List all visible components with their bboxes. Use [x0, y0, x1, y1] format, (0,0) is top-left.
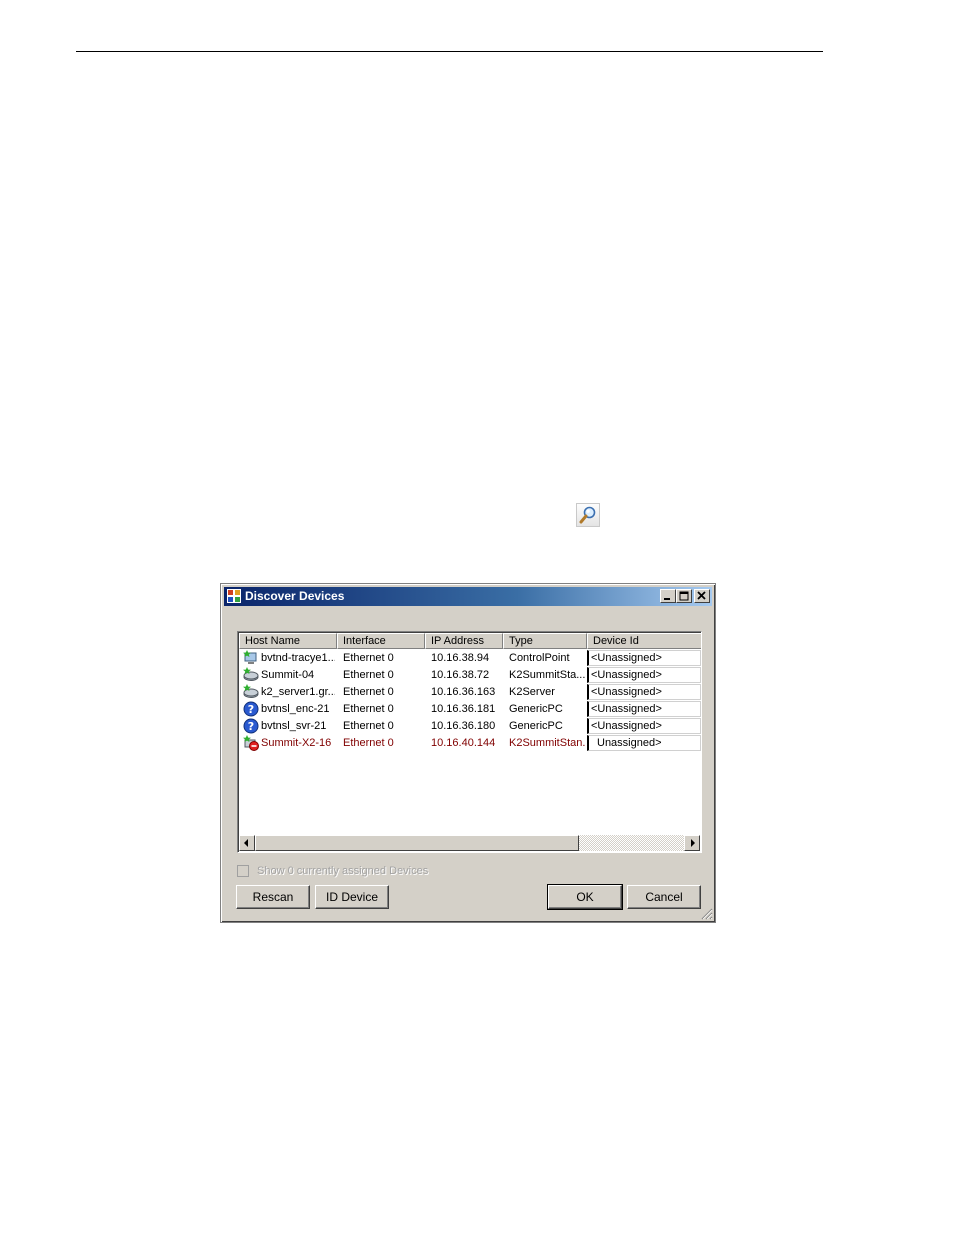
ip-address-cell: 10.16.36.180 [431, 720, 496, 732]
magnifier-icon[interactable] [576, 503, 600, 527]
error-device-icon [243, 735, 259, 751]
rescan-button[interactable]: Rescan [236, 885, 310, 909]
window-title: Discover Devices [245, 589, 345, 603]
arrow-right-icon [691, 839, 695, 847]
maximize-button[interactable] [676, 589, 692, 603]
id-device-button[interactable]: ID Device [315, 885, 389, 909]
column-header-device-id[interactable]: Device Id [587, 633, 701, 649]
column-header-host-name[interactable]: Host Name [239, 633, 337, 649]
ip-address-cell: 10.16.36.163 [431, 686, 496, 698]
k2-server-icon [243, 684, 259, 698]
controlpoint-pc-icon [243, 650, 257, 664]
type-cell: GenericPC [509, 720, 563, 732]
type-cell: K2SummitStan... [509, 737, 585, 749]
host-name-cell: bvtnsl_enc-21 [261, 703, 330, 715]
horizontal-scrollbar[interactable] [239, 835, 700, 851]
host-name-cell: bvtnd-tracye1... [261, 652, 335, 664]
host-name-cell: Summit-04 [261, 669, 315, 681]
page-top-rule [76, 51, 823, 52]
cancel-button[interactable]: Cancel [627, 885, 701, 909]
host-name-cell: bvtnsl_svr-21 [261, 720, 327, 732]
svg-text:?: ? [248, 703, 254, 716]
table-row[interactable]: k2_server1.gr... Ethernet 0 10.16.36.163… [239, 684, 701, 701]
device-id-field[interactable]: <Unassigned> [587, 701, 701, 717]
scroll-right-button[interactable] [684, 835, 700, 851]
table-row[interactable]: Summit-04 Ethernet 0 10.16.38.72 K2Summi… [239, 667, 701, 684]
table-row[interactable]: Summit-X2-16 Ethernet 0 10.16.40.144 K2S… [239, 735, 701, 752]
ok-button[interactable]: OK [547, 884, 623, 910]
ip-address-cell: 10.16.38.94 [431, 652, 490, 664]
question-icon: ? [243, 701, 259, 717]
interface-cell: Ethernet 0 [343, 686, 394, 698]
column-header-ip-address[interactable]: IP Address [425, 633, 503, 649]
svg-text:?: ? [248, 720, 254, 733]
interface-cell: Ethernet 0 [343, 669, 394, 681]
show-assigned-label: Show 0 currently assigned Devices [257, 865, 429, 877]
device-list[interactable]: Host Name Interface IP Address Type Devi… [237, 631, 702, 853]
scroll-left-button[interactable] [239, 835, 255, 851]
interface-cell: Ethernet 0 [343, 652, 394, 664]
discover-devices-dialog: Discover Devices Host Name Interface IP … [220, 583, 716, 923]
type-cell: ControlPoint [509, 652, 570, 664]
device-id-field[interactable]: <Unassigned> [587, 650, 701, 666]
k2-summit-icon [243, 667, 259, 681]
table-row[interactable]: ? bvtnsl_enc-21 Ethernet 0 10.16.36.181 … [239, 701, 701, 718]
interface-cell: Ethernet 0 [343, 703, 394, 715]
arrow-left-icon [244, 839, 248, 847]
ip-address-cell: 10.16.40.144 [431, 737, 496, 749]
resize-grip-icon[interactable] [701, 908, 713, 920]
column-header-type[interactable]: Type [503, 633, 587, 649]
table-row[interactable]: bvtnd-tracye1... Ethernet 0 10.16.38.94 … [239, 650, 701, 667]
scrollbar-thumb[interactable] [255, 835, 579, 851]
question-icon: ? [243, 718, 259, 734]
show-assigned-checkbox[interactable] [237, 865, 249, 877]
type-cell: K2Server [509, 686, 555, 698]
host-name-cell: Summit-X2-16 [261, 737, 332, 749]
device-id-field[interactable]: <Unassigned> [587, 684, 701, 700]
minimize-button[interactable] [660, 589, 676, 603]
title-bar[interactable]: Discover Devices [224, 587, 712, 606]
table-row[interactable]: ? bvtnsl_svr-21 Ethernet 0 10.16.36.180 … [239, 718, 701, 735]
interface-cell: Ethernet 0 [343, 720, 394, 732]
close-icon [697, 591, 706, 600]
host-name-cell: k2_server1.gr... [261, 686, 335, 698]
column-header-interface[interactable]: Interface [337, 633, 425, 649]
minimize-icon [664, 598, 670, 600]
device-id-field[interactable]: <Unassigned> [587, 667, 701, 683]
type-cell: K2SummitSta... [509, 669, 585, 681]
device-id-field[interactable]: Unassigned> [587, 735, 701, 751]
type-cell: GenericPC [509, 703, 563, 715]
ip-address-cell: 10.16.36.181 [431, 703, 496, 715]
discover-devices-app-icon [227, 589, 241, 603]
interface-cell: Ethernet 0 [343, 737, 394, 749]
maximize-icon [679, 591, 689, 601]
ip-address-cell: 10.16.38.72 [431, 669, 490, 681]
device-id-field[interactable]: <Unassigned> [587, 718, 701, 734]
close-button[interactable] [694, 589, 710, 603]
